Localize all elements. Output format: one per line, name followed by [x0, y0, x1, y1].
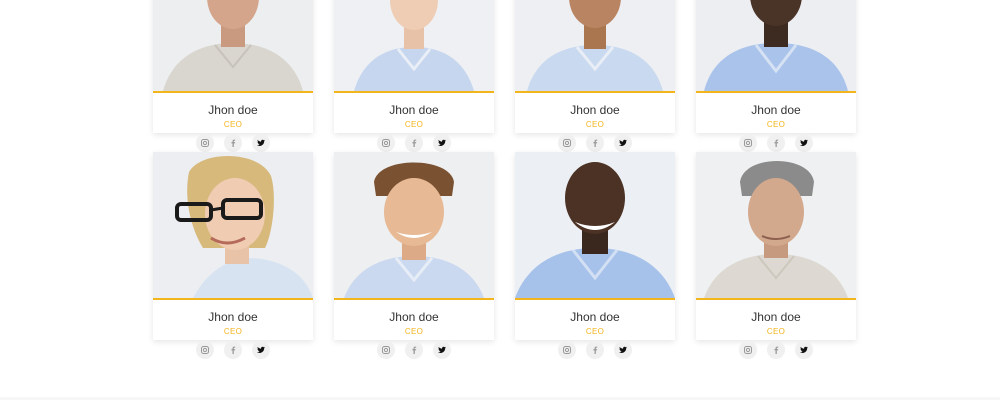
twitter-icon[interactable]: [433, 134, 451, 152]
instagram-icon[interactable]: [196, 341, 214, 359]
team-card: Jhon doe CEO: [696, 0, 856, 152]
team-card: Jhon doe CEO: [153, 152, 313, 359]
social-links: [696, 134, 856, 152]
member-name: Jhon doe: [208, 103, 258, 117]
member-name: Jhon doe: [389, 310, 439, 324]
social-links: [153, 134, 313, 152]
member-photo: [515, 0, 675, 93]
member-role: CEO: [766, 327, 786, 336]
social-links: [153, 341, 313, 359]
member-role: CEO: [585, 120, 605, 129]
instagram-icon[interactable]: [739, 134, 757, 152]
member-photo: [153, 152, 313, 300]
instagram-icon[interactable]: [558, 341, 576, 359]
team-card: Jhon doe CEO: [696, 152, 856, 359]
member-role: CEO: [404, 120, 424, 129]
member-name: Jhon doe: [751, 310, 801, 324]
team-grid: Jhon doe CEO Jhon doe CEO Jhon doe CEO J…: [0, 0, 1000, 400]
member-name: Jhon doe: [208, 310, 258, 324]
facebook-icon[interactable]: [224, 341, 242, 359]
member-name: Jhon doe: [570, 310, 620, 324]
team-card: Jhon doe CEO: [153, 0, 313, 152]
member-role: CEO: [766, 120, 786, 129]
facebook-icon[interactable]: [405, 134, 423, 152]
social-links: [696, 341, 856, 359]
instagram-icon[interactable]: [558, 134, 576, 152]
social-links: [515, 134, 675, 152]
member-photo: [696, 152, 856, 300]
member-photo: [334, 0, 494, 93]
member-name: Jhon doe: [570, 103, 620, 117]
member-role: CEO: [223, 327, 243, 336]
facebook-icon[interactable]: [405, 341, 423, 359]
twitter-icon[interactable]: [795, 134, 813, 152]
facebook-icon[interactable]: [586, 341, 604, 359]
social-links: [334, 341, 494, 359]
instagram-icon[interactable]: [196, 134, 214, 152]
member-name: Jhon doe: [389, 103, 439, 117]
social-links: [515, 341, 675, 359]
facebook-icon[interactable]: [586, 134, 604, 152]
team-card: Jhon doe CEO: [334, 152, 494, 359]
team-card: Jhon doe CEO: [515, 152, 675, 359]
team-card: Jhon doe CEO: [334, 0, 494, 152]
member-photo: [334, 152, 494, 300]
instagram-icon[interactable]: [377, 134, 395, 152]
member-photo: [515, 152, 675, 300]
instagram-icon[interactable]: [377, 341, 395, 359]
twitter-icon[interactable]: [795, 341, 813, 359]
twitter-icon[interactable]: [433, 341, 451, 359]
twitter-icon[interactable]: [252, 341, 270, 359]
member-role: CEO: [585, 327, 605, 336]
facebook-icon[interactable]: [224, 134, 242, 152]
team-card: Jhon doe CEO: [515, 0, 675, 152]
member-name: Jhon doe: [751, 103, 801, 117]
social-links: [334, 134, 494, 152]
facebook-icon[interactable]: [767, 134, 785, 152]
twitter-icon[interactable]: [614, 341, 632, 359]
twitter-icon[interactable]: [252, 134, 270, 152]
member-photo: [696, 0, 856, 93]
member-role: CEO: [404, 327, 424, 336]
member-role: CEO: [223, 120, 243, 129]
twitter-icon[interactable]: [614, 134, 632, 152]
member-photo: [153, 0, 313, 93]
instagram-icon[interactable]: [739, 341, 757, 359]
facebook-icon[interactable]: [767, 341, 785, 359]
